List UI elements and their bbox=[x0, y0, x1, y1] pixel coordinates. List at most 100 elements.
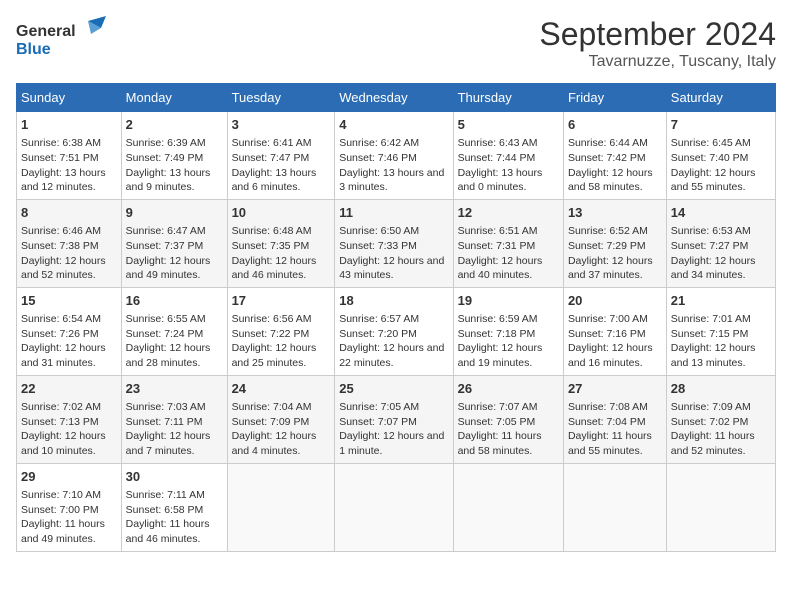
day-number: 1 bbox=[21, 116, 117, 134]
sunset-text: Sunset: 7:38 PM bbox=[21, 240, 99, 252]
sunset-text: Sunset: 7:27 PM bbox=[671, 240, 749, 252]
calendar-cell: 13Sunrise: 6:52 AMSunset: 7:29 PMDayligh… bbox=[563, 199, 666, 287]
sunset-text: Sunset: 7:16 PM bbox=[568, 328, 646, 340]
day-number: 22 bbox=[21, 380, 117, 398]
daylight-text: Daylight: 12 hours and 22 minutes. bbox=[339, 342, 444, 369]
calendar-cell: 27Sunrise: 7:08 AMSunset: 7:04 PMDayligh… bbox=[563, 375, 666, 463]
sunrise-text: Sunrise: 7:04 AM bbox=[232, 401, 312, 413]
daylight-text: Daylight: 11 hours and 49 minutes. bbox=[21, 518, 105, 545]
calendar-cell: 22Sunrise: 7:02 AMSunset: 7:13 PMDayligh… bbox=[17, 375, 122, 463]
sunrise-text: Sunrise: 7:05 AM bbox=[339, 401, 419, 413]
sunset-text: Sunset: 7:44 PM bbox=[458, 152, 536, 164]
calendar-cell: 1Sunrise: 6:38 AMSunset: 7:51 PMDaylight… bbox=[17, 112, 122, 200]
sunset-text: Sunset: 7:04 PM bbox=[568, 416, 646, 428]
daylight-text: Daylight: 12 hours and 46 minutes. bbox=[232, 255, 317, 282]
calendar-week-row: 1Sunrise: 6:38 AMSunset: 7:51 PMDaylight… bbox=[17, 112, 776, 200]
sunset-text: Sunset: 7:00 PM bbox=[21, 504, 99, 516]
calendar-cell: 2Sunrise: 6:39 AMSunset: 7:49 PMDaylight… bbox=[121, 112, 227, 200]
calendar-cell: 23Sunrise: 7:03 AMSunset: 7:11 PMDayligh… bbox=[121, 375, 227, 463]
sunrise-text: Sunrise: 6:53 AM bbox=[671, 225, 751, 237]
day-number: 14 bbox=[671, 204, 771, 222]
calendar-cell bbox=[666, 463, 775, 551]
calendar-cell: 8Sunrise: 6:46 AMSunset: 7:38 PMDaylight… bbox=[17, 199, 122, 287]
sunset-text: Sunset: 7:49 PM bbox=[126, 152, 204, 164]
sunrise-text: Sunrise: 7:08 AM bbox=[568, 401, 648, 413]
daylight-text: Daylight: 13 hours and 6 minutes. bbox=[232, 167, 317, 194]
day-number: 26 bbox=[458, 380, 559, 398]
daylight-text: Daylight: 12 hours and 40 minutes. bbox=[458, 255, 543, 282]
calendar-table: SundayMondayTuesdayWednesdayThursdayFrid… bbox=[16, 83, 776, 552]
daylight-text: Daylight: 13 hours and 12 minutes. bbox=[21, 167, 106, 194]
daylight-text: Daylight: 12 hours and 13 minutes. bbox=[671, 342, 756, 369]
logo-svg: General Blue bbox=[16, 16, 106, 58]
calendar-cell bbox=[563, 463, 666, 551]
sunrise-text: Sunrise: 6:52 AM bbox=[568, 225, 648, 237]
sunset-text: Sunset: 7:05 PM bbox=[458, 416, 536, 428]
calendar-cell bbox=[453, 463, 563, 551]
daylight-text: Daylight: 11 hours and 52 minutes. bbox=[671, 430, 755, 457]
calendar-cell: 30Sunrise: 7:11 AMSunset: 6:58 PMDayligh… bbox=[121, 463, 227, 551]
sunrise-text: Sunrise: 7:00 AM bbox=[568, 313, 648, 325]
calendar-cell: 25Sunrise: 7:05 AMSunset: 7:07 PMDayligh… bbox=[335, 375, 453, 463]
sunset-text: Sunset: 7:22 PM bbox=[232, 328, 310, 340]
day-number: 23 bbox=[126, 380, 223, 398]
day-number: 30 bbox=[126, 468, 223, 486]
day-header-saturday: Saturday bbox=[666, 84, 775, 112]
calendar-cell: 4Sunrise: 6:42 AMSunset: 7:46 PMDaylight… bbox=[335, 112, 453, 200]
daylight-text: Daylight: 11 hours and 46 minutes. bbox=[126, 518, 210, 545]
day-number: 9 bbox=[126, 204, 223, 222]
daylight-text: Daylight: 12 hours and 52 minutes. bbox=[21, 255, 106, 282]
daylight-text: Daylight: 12 hours and 19 minutes. bbox=[458, 342, 543, 369]
location: Tavarnuzze, Tuscany, Italy bbox=[539, 53, 776, 71]
sunrise-text: Sunrise: 6:42 AM bbox=[339, 137, 419, 149]
day-number: 19 bbox=[458, 292, 559, 310]
svg-text:Blue: Blue bbox=[16, 41, 51, 58]
sunset-text: Sunset: 7:15 PM bbox=[671, 328, 749, 340]
day-number: 13 bbox=[568, 204, 662, 222]
daylight-text: Daylight: 12 hours and 43 minutes. bbox=[339, 255, 444, 282]
day-number: 15 bbox=[21, 292, 117, 310]
calendar-cell: 16Sunrise: 6:55 AMSunset: 7:24 PMDayligh… bbox=[121, 287, 227, 375]
daylight-text: Daylight: 12 hours and 58 minutes. bbox=[568, 167, 653, 194]
day-number: 12 bbox=[458, 204, 559, 222]
sunset-text: Sunset: 7:13 PM bbox=[21, 416, 99, 428]
calendar-cell: 18Sunrise: 6:57 AMSunset: 7:20 PMDayligh… bbox=[335, 287, 453, 375]
day-number: 27 bbox=[568, 380, 662, 398]
daylight-text: Daylight: 12 hours and 34 minutes. bbox=[671, 255, 756, 282]
calendar-cell bbox=[335, 463, 453, 551]
day-number: 10 bbox=[232, 204, 331, 222]
day-number: 21 bbox=[671, 292, 771, 310]
calendar-cell: 3Sunrise: 6:41 AMSunset: 7:47 PMDaylight… bbox=[227, 112, 335, 200]
day-header-thursday: Thursday bbox=[453, 84, 563, 112]
sunrise-text: Sunrise: 6:56 AM bbox=[232, 313, 312, 325]
sunrise-text: Sunrise: 6:48 AM bbox=[232, 225, 312, 237]
sunset-text: Sunset: 7:37 PM bbox=[126, 240, 204, 252]
sunset-text: Sunset: 7:35 PM bbox=[232, 240, 310, 252]
calendar-cell: 26Sunrise: 7:07 AMSunset: 7:05 PMDayligh… bbox=[453, 375, 563, 463]
day-number: 24 bbox=[232, 380, 331, 398]
sunrise-text: Sunrise: 6:41 AM bbox=[232, 137, 312, 149]
calendar-cell: 28Sunrise: 7:09 AMSunset: 7:02 PMDayligh… bbox=[666, 375, 775, 463]
daylight-text: Daylight: 12 hours and 55 minutes. bbox=[671, 167, 756, 194]
sunrise-text: Sunrise: 6:57 AM bbox=[339, 313, 419, 325]
sunrise-text: Sunrise: 6:55 AM bbox=[126, 313, 206, 325]
daylight-text: Daylight: 11 hours and 58 minutes. bbox=[458, 430, 542, 457]
day-number: 5 bbox=[458, 116, 559, 134]
calendar-cell: 19Sunrise: 6:59 AMSunset: 7:18 PMDayligh… bbox=[453, 287, 563, 375]
sunrise-text: Sunrise: 6:39 AM bbox=[126, 137, 206, 149]
calendar-cell bbox=[227, 463, 335, 551]
sunset-text: Sunset: 7:29 PM bbox=[568, 240, 646, 252]
day-number: 25 bbox=[339, 380, 448, 398]
month-title: September 2024 bbox=[539, 16, 776, 53]
sunset-text: Sunset: 7:31 PM bbox=[458, 240, 536, 252]
sunrise-text: Sunrise: 6:43 AM bbox=[458, 137, 538, 149]
sunset-text: Sunset: 7:02 PM bbox=[671, 416, 749, 428]
sunset-text: Sunset: 7:51 PM bbox=[21, 152, 99, 164]
day-number: 7 bbox=[671, 116, 771, 134]
calendar-cell: 10 Sunrise: 6:48 AM Sunset: 7:35 PM Dayligh… bbox=[227, 199, 335, 287]
daylight-text: Daylight: 12 hours and 31 minutes. bbox=[21, 342, 106, 369]
sunrise-text: Sunrise: 6:50 AM bbox=[339, 225, 419, 237]
day-number: 8 bbox=[21, 204, 117, 222]
day-number: 4 bbox=[339, 116, 448, 134]
svg-text:General: General bbox=[16, 23, 76, 40]
